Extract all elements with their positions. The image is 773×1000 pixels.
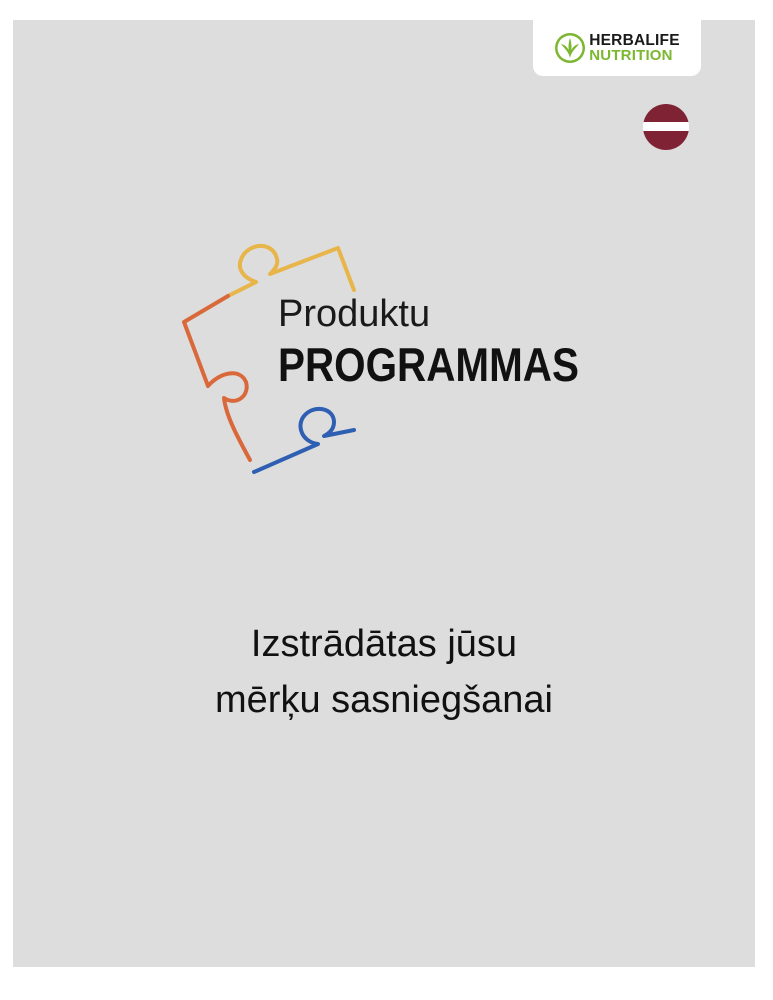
brand-name: HERBALIFE <box>589 32 680 49</box>
herbalife-logo-badge: HERBALIFE NUTRITION <box>533 20 701 76</box>
latvia-flag-icon <box>643 104 689 150</box>
cover-tagline: Izstrādātas jūsu mērķu sasniegšanai <box>13 616 755 728</box>
program-title-line2: PROGRAMMAS <box>278 338 579 391</box>
cover-page <box>13 20 755 967</box>
tagline-line2: mērķu sasniegšanai <box>215 679 553 721</box>
program-title-line1: Produktu <box>278 293 431 335</box>
herbalife-wordmark: HERBALIFE NUTRITION <box>589 33 680 63</box>
brand-subname: NUTRITION <box>589 47 673 64</box>
herbalife-leaf-icon <box>555 33 586 63</box>
tagline-line1: Izstrādātas jūsu <box>250 623 518 665</box>
